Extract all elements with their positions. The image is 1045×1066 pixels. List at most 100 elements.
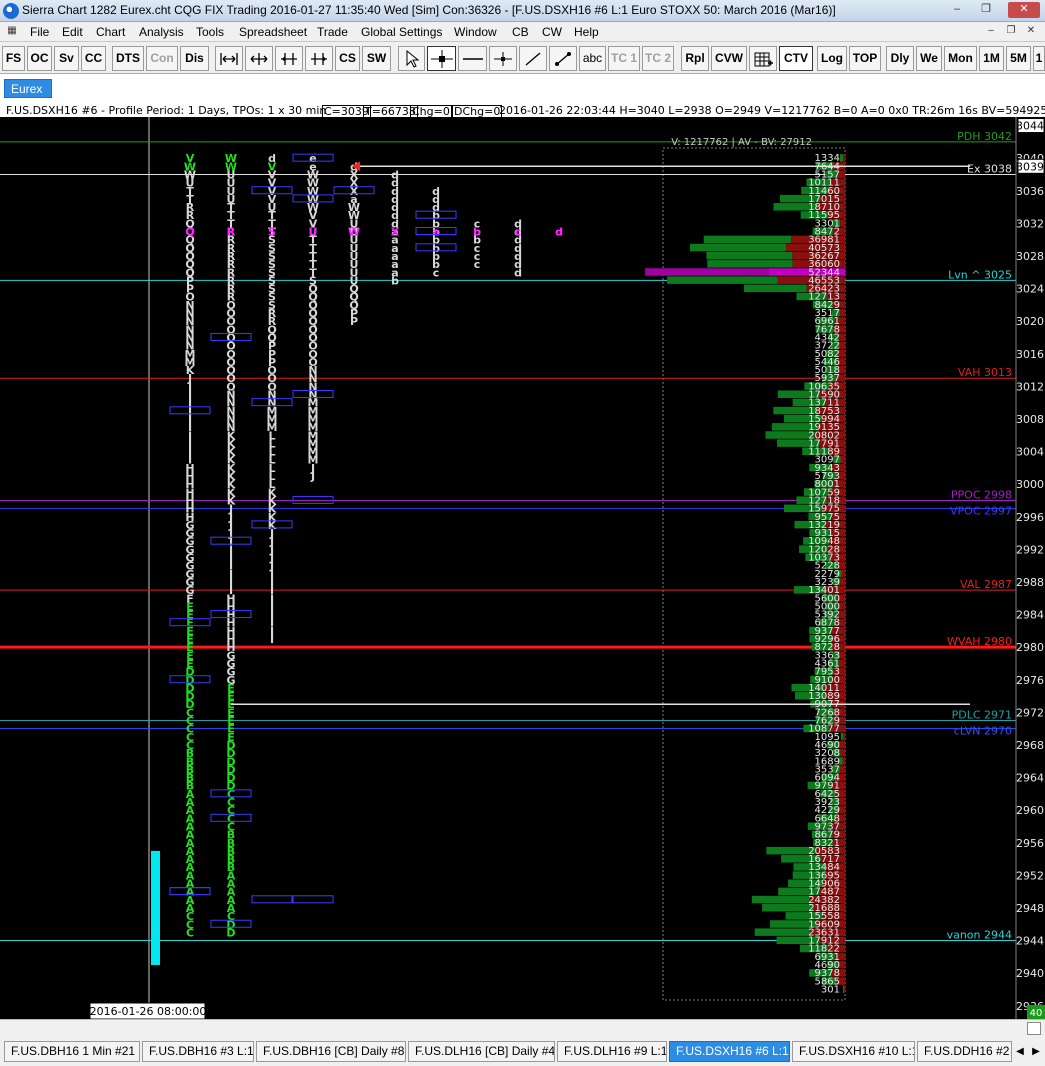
horizontal-scrollbar[interactable] [0, 1019, 1045, 1037]
date-label: 2016-01-26 08:00:00 [90, 1005, 207, 1018]
chart-tab-dsxh16-10[interactable]: F.US.DSXH16 #10 L:1 [792, 1041, 915, 1062]
tab-scroll-right-icon[interactable]: ▶ [1029, 1043, 1043, 1060]
chart-tab-dbh16-cb[interactable]: F.US.DBH16 [CB] Daily #8 [256, 1041, 406, 1062]
line-tool-icon[interactable] [519, 46, 547, 71]
chart-area[interactable]: PDH 3042 Ex 3038 Lvn ^ 3025 VAH 3013 PPOC 29… [0, 117, 1045, 1020]
menu-window[interactable]: Window [454, 25, 497, 39]
sw-button[interactable]: SW [362, 46, 391, 71]
cvw-button[interactable]: CVW [711, 46, 747, 71]
pointer-tool-icon[interactable] [398, 46, 425, 71]
tab-scroll-left-icon[interactable]: ◀ [1013, 1043, 1027, 1060]
sv-button[interactable]: Sv [54, 46, 79, 71]
chart-tab-ddh16-2[interactable]: F.US.DDH16 #2 [917, 1041, 1012, 1062]
volume-bar-ask [840, 651, 845, 659]
cs-button[interactable]: CS [335, 46, 360, 71]
5m-button[interactable]: 5M [1006, 46, 1031, 71]
volume-bar-ask [843, 732, 845, 741]
menu-trade[interactable]: Trade [317, 25, 348, 39]
volume-bar-bid [707, 260, 793, 268]
minimize-button[interactable]: – [946, 2, 968, 18]
price-axis-label: 2956 [1016, 837, 1044, 850]
menu-chart[interactable]: Chart [96, 25, 125, 39]
price-axis-label: 3032 [1016, 217, 1044, 230]
tpo-period-open-letter: d [555, 226, 563, 239]
price-axis-label: 2944 [1016, 935, 1044, 948]
tc2-button[interactable]: TC 2 [642, 46, 674, 71]
horizontal-ray-tool-icon[interactable] [489, 46, 517, 71]
sierra-chart-app-icon [3, 3, 19, 19]
volume-bar-ask [841, 569, 845, 578]
change-value: Chg=0 [410, 105, 452, 117]
close-button[interactable]: ✕ [1008, 2, 1040, 18]
menu-spreadsheet[interactable]: Spreadsheet [239, 25, 307, 39]
chart-header: F.US.DSXH16 #6 - Profile Period: 1 Days,… [0, 104, 1045, 117]
order-entry-icon[interactable] [749, 46, 777, 71]
dis-button[interactable]: Dis [180, 46, 209, 71]
crosshair-tool-icon[interactable] [427, 46, 456, 71]
log-button[interactable]: Log [817, 46, 847, 71]
tpo-letter: D [226, 926, 235, 939]
chart-tab-dlh16-9[interactable]: F.US.DLH16 #9 L:1 [557, 1041, 667, 1062]
tpo-letter: d [514, 266, 522, 279]
level-label: vanon 2944 [947, 929, 1012, 942]
rpl-button[interactable]: Rpl [681, 46, 709, 71]
chart-window-icon[interactable]: ▦ [4, 24, 20, 39]
zoom-width-icon[interactable] [215, 46, 243, 71]
scrollbar-thumb[interactable] [1027, 1022, 1041, 1035]
toolbar: FS OC Sv CC DTS Con Dis CS SW abc TC 1 T… [0, 42, 1045, 74]
price-axis-label: 3012 [1016, 380, 1044, 393]
menu-cw[interactable]: CW [542, 25, 562, 39]
level-label: PDH 3042 [957, 130, 1012, 143]
chart-tab-dsxh16-6[interactable]: F.US.DSXH16 #6 L:1 [669, 1041, 790, 1062]
price-axis-label: 2992 [1016, 543, 1044, 556]
menu-file[interactable]: File [30, 25, 49, 39]
we-button[interactable]: We [916, 46, 942, 71]
1m-button[interactable]: 1M [979, 46, 1004, 71]
ray-tool-icon[interactable] [549, 46, 577, 71]
fs-button[interactable]: FS [2, 46, 25, 71]
expand-width-icon[interactable] [245, 46, 273, 71]
text-tool-button[interactable]: abc [579, 46, 606, 71]
dly-button[interactable]: Dly [886, 46, 914, 71]
child-minimize-button[interactable]: – [983, 24, 999, 39]
chart-tab-dbh16-1min[interactable]: F.US.DBH16 1 Min #21 [4, 1041, 140, 1062]
tpo-letter: c [433, 266, 440, 279]
price-axis-highlight-label: 3044 [1016, 120, 1044, 133]
chartbook-tab-eurex[interactable]: Eurex [4, 79, 52, 98]
menu-edit[interactable]: Edit [62, 25, 83, 39]
volume-bar-ask [839, 341, 845, 350]
dts-button[interactable]: DTS [112, 46, 144, 71]
menu-help[interactable]: Help [574, 25, 599, 39]
level-label: VAH 3013 [958, 366, 1012, 379]
volume-bar-bid [843, 985, 845, 993]
child-restore-button[interactable]: ❐ [1003, 24, 1019, 39]
mon-button[interactable]: Mon [944, 46, 977, 71]
ctv-button[interactable]: CTV [779, 46, 813, 71]
child-close-button[interactable]: ✕ [1023, 24, 1039, 39]
menu-analysis[interactable]: Analysis [139, 25, 184, 39]
menu-global-settings[interactable]: Global Settings [361, 25, 442, 39]
tc1-button[interactable]: TC 1 [608, 46, 640, 71]
menu-cb[interactable]: CB [512, 25, 529, 39]
chart-tab-dlh16-cb[interactable]: F.US.DLH16 [CB] Daily #4 [408, 1041, 555, 1062]
con-button[interactable]: Con [146, 46, 178, 71]
chart-tab-dbh16-3[interactable]: F.US.DBH16 #3 L:1 [142, 1041, 254, 1062]
volume-bar-ask [842, 757, 845, 765]
level-label: PPOC 2998 [951, 488, 1012, 501]
compress-left-icon[interactable] [275, 46, 303, 71]
price-axis-label: 3020 [1016, 315, 1044, 328]
tpo-letter: J [310, 470, 315, 483]
volume-bar-bid [840, 732, 844, 741]
tpo-profile-chart[interactable]: PDH 3042 Ex 3038 Lvn ^ 3025 VAH 3013 PPOC 29… [0, 117, 1045, 1020]
top-button[interactable]: TOP [849, 46, 881, 71]
more-interval-button[interactable]: 1 [1033, 46, 1045, 71]
cc-button[interactable]: CC [81, 46, 106, 71]
maximize-button[interactable]: ❐ [975, 2, 997, 18]
compress-right-icon[interactable] [305, 46, 333, 71]
level-label: Ex 3038 [967, 162, 1012, 175]
level-label: VPOC 2997 [950, 505, 1012, 518]
oc-button[interactable]: OC [27, 46, 52, 71]
horizontal-line-tool-icon[interactable] [458, 46, 487, 71]
level-label: VAL 2987 [960, 578, 1012, 591]
menu-tools[interactable]: Tools [196, 25, 224, 39]
